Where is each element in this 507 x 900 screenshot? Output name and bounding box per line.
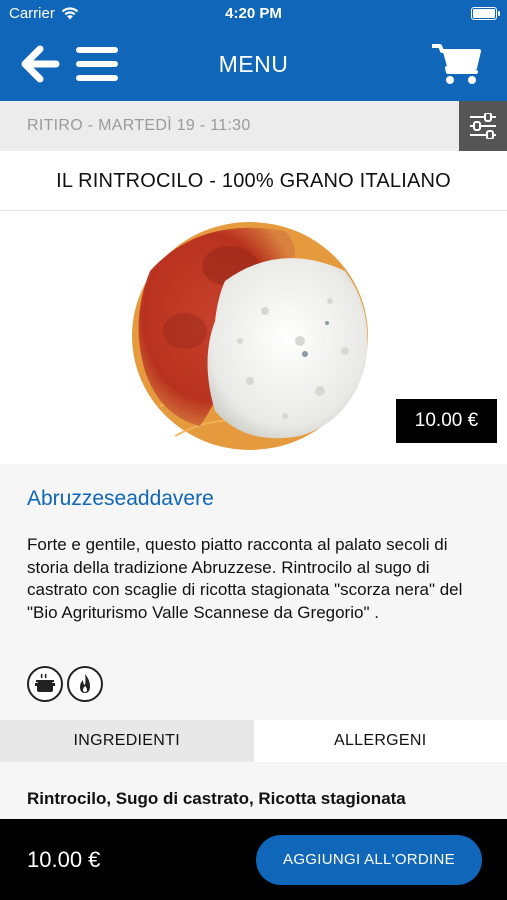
category-title: IL RINTROCILO - 100% GRANO ITALIANO bbox=[0, 151, 507, 211]
flame-icon bbox=[67, 666, 103, 702]
dish-name: Abruzzeseaddavere bbox=[27, 487, 214, 510]
clock: 4:20 PM bbox=[225, 5, 282, 22]
page-title: MENU bbox=[218, 51, 289, 77]
add-to-order-button[interactable]: AGGIUNGI ALL'ORDINE bbox=[256, 835, 482, 885]
top-navigation-bar: Carrier 4:20 PM MENU bbox=[0, 0, 507, 101]
battery-icon bbox=[471, 7, 500, 20]
tab-allergeni[interactable]: ALLERGENI bbox=[253, 720, 507, 762]
cooking-pot-icon bbox=[27, 666, 63, 702]
tab-ingredienti[interactable]: INGREDIENTI bbox=[0, 720, 254, 762]
filter-button[interactable] bbox=[459, 101, 507, 151]
order-total: 10.00 € bbox=[27, 847, 101, 872]
ingredients-list: Rintrocilo, Sugo di castrato, Ricotta st… bbox=[27, 789, 406, 808]
dish-description: Forte e gentile, questo piatto racconta … bbox=[27, 535, 463, 622]
sliders-icon bbox=[470, 113, 496, 139]
price-tag: 10.00 € bbox=[396, 399, 497, 443]
detail-tabs: INGREDIENTI ALLERGENI bbox=[0, 720, 507, 762]
status-bar: Carrier 4:20 PM bbox=[0, 0, 507, 28]
pickup-info: RITIRO - MARTEDÌ 19 - 11:30 bbox=[0, 101, 459, 151]
cart-icon[interactable] bbox=[432, 42, 482, 86]
dish-badges bbox=[27, 666, 103, 702]
